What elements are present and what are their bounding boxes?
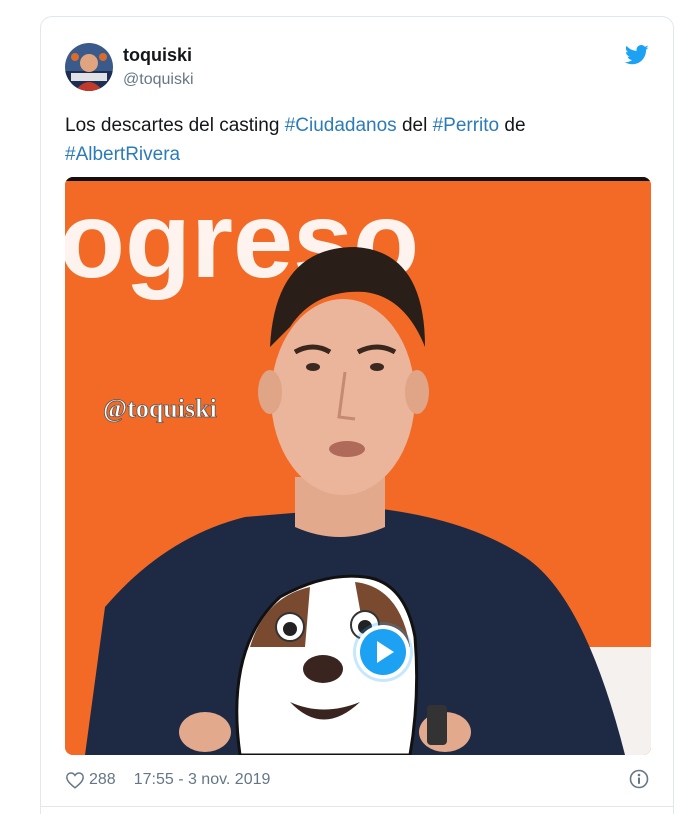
tweet-timestamp[interactable]: 17:55 - 3 nov. 2019 — [134, 771, 271, 789]
play-icon — [360, 629, 406, 675]
like-count[interactable]: 288 — [89, 771, 116, 789]
tweet-text-part: de — [499, 115, 526, 136]
avatar[interactable] — [65, 43, 113, 91]
info-icon[interactable] — [629, 769, 649, 789]
hashtag-link[interactable]: #Perrito — [433, 115, 500, 136]
hashtag-link[interactable]: #Ciudadanos — [285, 115, 397, 136]
hashtag-link[interactable]: #AlbertRivera — [65, 144, 180, 165]
video-thumbnail[interactable]: ogreso @toquiski — [65, 177, 651, 755]
author-name[interactable]: toquiski — [123, 45, 192, 66]
video-watermark: @toquiski — [103, 394, 217, 423]
tweet-text-part: del — [396, 115, 433, 136]
play-button[interactable] — [356, 625, 410, 679]
tweet-text: Los descartes del casting #Ciudadanos de… — [65, 111, 655, 169]
divider — [41, 806, 673, 807]
video-frame: ogreso @toquiski — [65, 177, 651, 755]
heart-icon[interactable] — [65, 771, 85, 789]
twitter-bird-icon[interactable] — [624, 45, 649, 65]
tweet-text-part: Los descartes del casting — [65, 115, 285, 136]
avatar-image — [65, 43, 113, 91]
tweet-footer: 288 17:55 - 3 nov. 2019 — [65, 767, 270, 793]
author-handle[interactable]: @toquiski — [123, 71, 194, 89]
tweet-card: toquiski @toquiski Los descartes del cas… — [40, 16, 674, 814]
